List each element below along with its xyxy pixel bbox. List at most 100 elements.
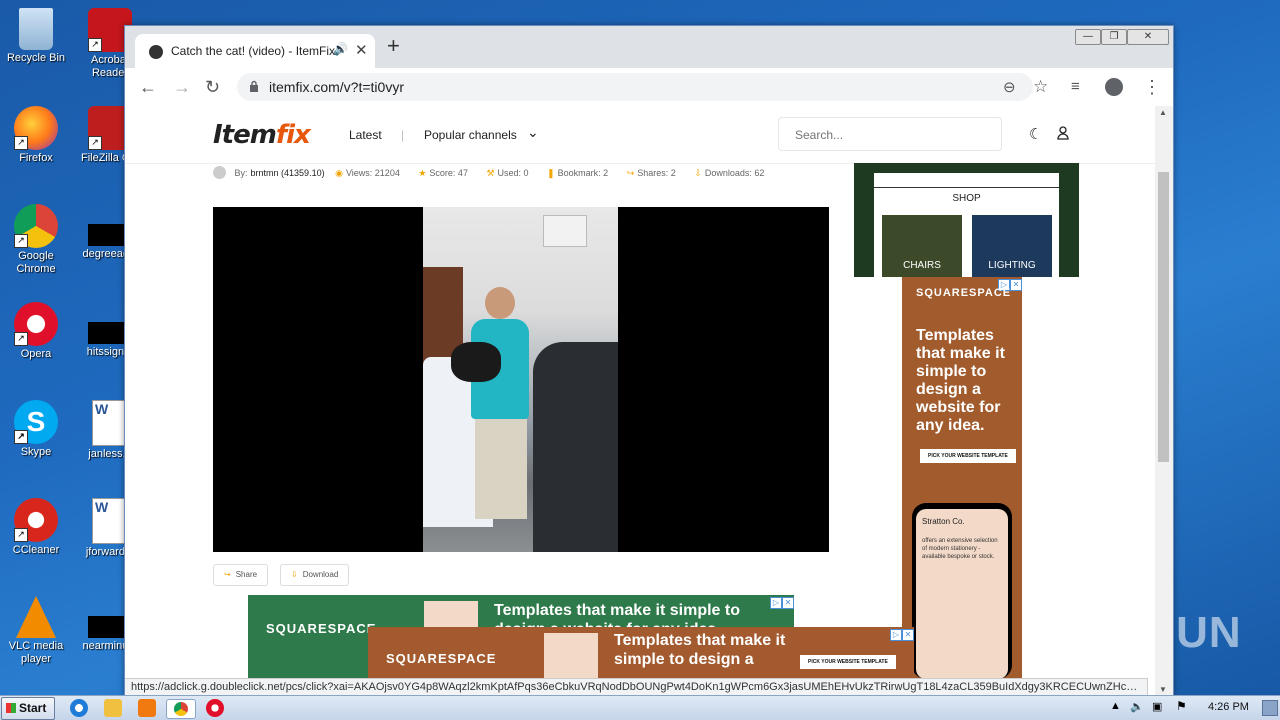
scrollbar-thumb[interactable] bbox=[1158, 172, 1169, 462]
cat-shape bbox=[451, 342, 501, 382]
adchoices-icon[interactable]: ▷ bbox=[770, 597, 782, 609]
banner-mockup bbox=[544, 633, 598, 679]
page-scrollbar[interactable]: ▲ ▼ bbox=[1155, 106, 1173, 696]
squarespace-logo: SQUARESPACE bbox=[916, 287, 1012, 299]
nav-latest[interactable]: Latest bbox=[349, 128, 382, 142]
ad-close-icon[interactable]: ✕ bbox=[1010, 279, 1022, 291]
moon-icon[interactable]: ☾ bbox=[1029, 125, 1042, 143]
video-player[interactable] bbox=[213, 207, 829, 552]
volume-icon[interactable]: 🔈 bbox=[1130, 700, 1144, 713]
show-desktop-button[interactable] bbox=[1262, 700, 1278, 716]
start-button[interactable]: Start bbox=[1, 697, 55, 720]
minimize-button[interactable]: — bbox=[1075, 29, 1101, 45]
ccleaner-icon[interactable]: ↗ CCleaner bbox=[0, 498, 72, 557]
recycle-bin-icon[interactable]: Recycle Bin bbox=[0, 8, 72, 65]
download-button-label: Download bbox=[302, 570, 339, 579]
network-icon[interactable]: ▣ bbox=[1152, 700, 1162, 713]
profile-avatar-icon[interactable] bbox=[1105, 78, 1123, 96]
audio-playing-icon[interactable]: 🔊 bbox=[333, 42, 348, 56]
by-label: By: bbox=[234, 168, 248, 178]
desktop-icon-label: Google Chrome bbox=[16, 250, 56, 275]
download-button[interactable]: ⇩ Download bbox=[280, 564, 350, 586]
reload-icon[interactable]: ↻ bbox=[205, 77, 220, 97]
tab-active[interactable]: Catch the cat! (video) - ItemFix 🔊 ✕ bbox=[135, 34, 375, 68]
itemfix-favicon-icon bbox=[149, 45, 163, 59]
word-document-icon: W bbox=[92, 498, 128, 544]
tab-close-icon[interactable]: ✕ bbox=[355, 41, 368, 59]
squarespace-vertical-ad[interactable]: ▷ ✕ SQUARESPACE Templates that make it s… bbox=[902, 277, 1022, 679]
url-text: itemfix.com/v?t=ti0vyr bbox=[269, 79, 404, 95]
ccleaner-logo-icon: ↗ bbox=[14, 498, 58, 542]
clock[interactable]: 4:26 PM bbox=[1208, 701, 1249, 713]
search-input[interactable] bbox=[793, 127, 997, 143]
skype-logo-icon: S ↗ bbox=[14, 400, 58, 444]
ad-tagline: Templates that make it simple to design … bbox=[916, 327, 1005, 434]
pick-template-button[interactable]: PICK YOUR WEBSITE TEMPLATE bbox=[800, 655, 896, 669]
media-player-icon[interactable] bbox=[138, 699, 156, 717]
maximize-button[interactable]: ❐ bbox=[1101, 29, 1127, 45]
vlc-media-player-icon[interactable]: VLC media player bbox=[0, 596, 72, 666]
shop-ad[interactable]: SHOP CHAIRS LIGHTING bbox=[854, 163, 1079, 277]
firefox-logo-icon: ↗ bbox=[14, 106, 58, 150]
back-icon[interactable]: ← bbox=[139, 77, 157, 97]
forward-icon[interactable]: → bbox=[173, 77, 191, 97]
chrome-taskbar-button[interactable] bbox=[166, 699, 196, 719]
chevron-down-icon[interactable]: ⌄ bbox=[527, 124, 539, 141]
star-icon: ★ bbox=[418, 168, 427, 178]
tray-arrow-icon[interactable]: ▲ bbox=[1110, 700, 1121, 712]
video-frame bbox=[423, 207, 618, 552]
phone-screen: Stratton Co. offers an extensive selecti… bbox=[916, 509, 1008, 679]
downloads-count: Downloads: 62 bbox=[704, 168, 765, 178]
desktop-icon-label: VLC media player bbox=[8, 640, 64, 665]
folder-icon[interactable] bbox=[104, 699, 122, 717]
tab-title: Catch the cat! (video) - ItemFix bbox=[171, 44, 336, 58]
chrome-logo-icon: ↗ bbox=[14, 204, 58, 248]
site-search[interactable] bbox=[778, 117, 1002, 151]
new-tab-button[interactable]: + bbox=[387, 35, 400, 57]
opera-taskbar-icon[interactable] bbox=[206, 699, 224, 717]
action-center-flag-icon[interactable]: ⚑ bbox=[1176, 699, 1187, 713]
bookmark-count: Bookmark: 2 bbox=[557, 168, 609, 178]
scroll-down-icon[interactable]: ▼ bbox=[1159, 685, 1167, 694]
bookmark-star-icon[interactable]: ☆ bbox=[1033, 77, 1048, 97]
page-content: Itemfix Latest | Popular channels ⌄ ☾ By… bbox=[125, 106, 1155, 679]
browser-toolbar: ← → ↻ itemfix.com/v?t=ti0vyr ⊖ ☆ ≡ ⋮ bbox=[125, 68, 1173, 107]
share-button[interactable]: ↪ Share bbox=[213, 564, 269, 586]
air-conditioner-shape bbox=[543, 215, 587, 247]
adchoices-icon[interactable]: ▷ bbox=[890, 629, 902, 641]
eye-icon: ◉ bbox=[335, 168, 343, 178]
phone-mockup: Stratton Co. offers an extensive selecti… bbox=[912, 503, 1012, 679]
address-bar[interactable]: itemfix.com/v?t=ti0vyr ⊖ bbox=[237, 73, 1033, 101]
nav-popular-channels[interactable]: Popular channels bbox=[424, 128, 517, 142]
squarespace-logo: SQUARESPACE bbox=[386, 651, 497, 666]
media-controls-icon[interactable]: ≡ bbox=[1071, 77, 1080, 97]
pick-template-button[interactable]: PICK YOUR WEBSITE TEMPLATE bbox=[920, 449, 1016, 463]
shop-title: SHOP bbox=[952, 193, 981, 204]
internet-explorer-icon[interactable] bbox=[70, 699, 88, 717]
skype-icon[interactable]: S ↗ Skype bbox=[0, 400, 72, 459]
desktop-icon-label: CCleaner bbox=[12, 544, 60, 556]
author-link[interactable]: brntmn (41359.10) bbox=[251, 168, 325, 178]
wrench-icon: ⚒ bbox=[486, 168, 495, 178]
chrome-logo-icon bbox=[174, 702, 188, 716]
firefox-icon[interactable]: ↗ Firefox bbox=[0, 106, 72, 165]
menu-kebab-icon[interactable]: ⋮ bbox=[1143, 77, 1161, 97]
user-icon[interactable] bbox=[1057, 126, 1069, 140]
desktop-icon-label: Firefox bbox=[19, 152, 53, 164]
word-document-icon: W bbox=[92, 400, 128, 446]
windows-logo-icon bbox=[6, 703, 16, 713]
ad-close-icon[interactable]: ✕ bbox=[782, 597, 794, 609]
google-chrome-icon[interactable]: ↗ Google Chrome bbox=[0, 204, 72, 276]
used-count: Used: 0 bbox=[497, 168, 529, 178]
site-header: Itemfix Latest | Popular channels ⌄ ☾ bbox=[125, 106, 1155, 164]
itemfix-logo[interactable]: Itemfix bbox=[213, 120, 311, 150]
squarespace-banner-ad-overlay[interactable]: ▷ ✕ SQUARESPACE Templates that make it s… bbox=[368, 627, 914, 679]
zoom-icon[interactable]: ⊖ bbox=[1003, 78, 1016, 96]
close-window-button[interactable]: ✕ bbox=[1127, 29, 1169, 45]
chrome-window: Catch the cat! (video) - ItemFix 🔊 ✕ + —… bbox=[124, 25, 1174, 698]
ad-close-icon[interactable]: ✕ bbox=[902, 629, 914, 641]
opera-icon[interactable]: ↗ Opera bbox=[0, 302, 72, 361]
lighting-label: LIGHTING bbox=[988, 260, 1036, 271]
scroll-up-icon[interactable]: ▲ bbox=[1159, 108, 1167, 117]
squarespace-logo: SQUARESPACE bbox=[266, 621, 377, 636]
